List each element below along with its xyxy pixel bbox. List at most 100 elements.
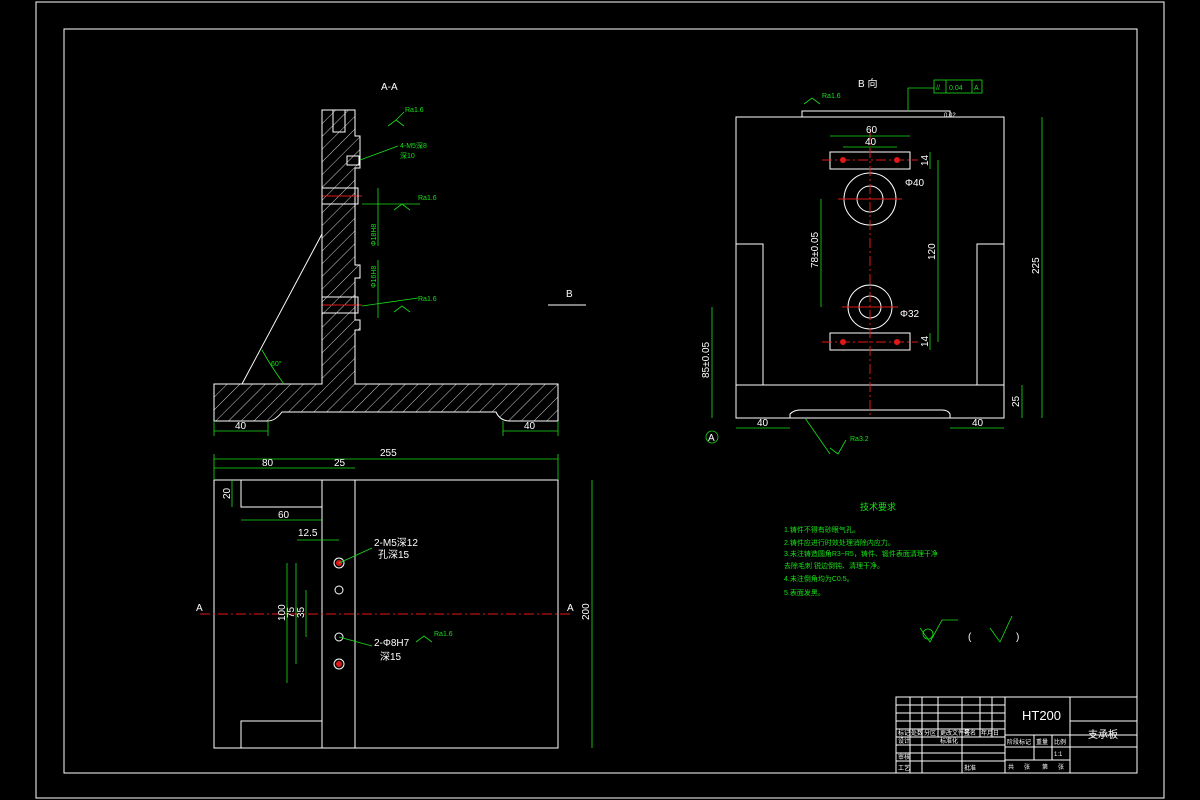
tb-cell-3: 分区 [924, 729, 936, 737]
dim-255: 255 [380, 448, 397, 459]
tb-cell-2: 处数 [911, 729, 923, 737]
roughness-legend-symbol-2 [989, 615, 1013, 643]
leader-tap [359, 145, 399, 161]
hole-lower-note: Φ16H8 [371, 266, 378, 288]
dim-d32: Φ32 [900, 309, 920, 320]
tap-note-sub: 深10 [400, 151, 415, 160]
tech-req-item-1: 1.铸件不得有砂眼气孔。 [784, 525, 860, 534]
ra-top: Ra1.6 [405, 107, 424, 114]
tech-req-item-4: 去除毛刺 锐边倒钝、清理干净。 [784, 561, 884, 570]
section-mark-left: A [196, 603, 203, 614]
ra-mid: Ra1.6 [418, 195, 437, 202]
dim-foot-left: 40 [757, 418, 769, 429]
roughness-legend: ( ) [919, 615, 1019, 643]
pin-hole-1 [334, 585, 344, 595]
tech-req-item-6: 5.表面发黑。 [784, 588, 825, 597]
dim-60b: 60 [866, 125, 878, 136]
dim-35: 35 [296, 606, 307, 618]
dim-80: 80 [262, 458, 274, 469]
dim-25: 25 [334, 458, 346, 469]
roughness-b-top [803, 97, 821, 105]
tol-small: 0.02 [944, 113, 956, 119]
tb-cell-11: 比例 [1054, 738, 1066, 746]
tb-cell-16: 共 [1008, 763, 1014, 771]
view-b-ra-bot: Ra3.2 [850, 436, 869, 443]
dim-78: 78±0.05 [810, 231, 821, 268]
tol-leader [907, 87, 934, 111]
view-b-arrow-label: B [566, 289, 573, 300]
tb-cell-19: 张 [1058, 763, 1064, 771]
tb-cell-7: 设计 [898, 737, 910, 745]
dim-60: 60 [278, 510, 290, 521]
dim-200: 200 [581, 603, 592, 620]
roughness-symbol-2 [393, 203, 411, 211]
roughness-symbol-top [415, 635, 433, 643]
section-label: A-A [381, 82, 398, 93]
title-block: 标记 处数 分区 更改文件号 签名 年月日 设计 标准化 阶段标记 重量 比例 … [895, 696, 1138, 774]
roughness-symbol-1 [387, 119, 405, 127]
rib-line [241, 233, 323, 385]
dim-left-foot: 40 [235, 421, 247, 432]
view-b-left-rib [735, 243, 764, 386]
tol-value: 0.04 [949, 85, 963, 92]
tb-cell-15: 批准 [964, 764, 976, 772]
tb-cell-17: 张 [1024, 763, 1030, 771]
tb-cell-13: 审核 [898, 753, 910, 761]
dim-12-5: 12.5 [298, 528, 318, 539]
dim-225: 225 [1031, 257, 1042, 274]
dim-25b: 25 [1011, 395, 1022, 407]
legend-paren-close: ) [1016, 632, 1019, 643]
top-tap-note: 2-M5深12 [374, 537, 418, 549]
material: HT200 [1022, 708, 1061, 723]
tech-req-item-2: 2.铸件应进行时效处理消除内应力。 [784, 538, 895, 547]
dim-85: 85±0.05 [701, 341, 712, 378]
tap-hole-2-inner [336, 661, 342, 667]
leader-ra-low [361, 297, 419, 307]
ra-low: Ra1.6 [418, 296, 437, 303]
tech-req-item-5: 4.未注倒角均为C0.5。 [784, 574, 854, 583]
view-b-ra-top: Ra1.6 [822, 93, 841, 100]
roughness-b-bot [829, 439, 847, 455]
tb-cell-6: 年月日 [981, 729, 999, 737]
cad-drawing: A-A 60° 40 40 Ra1.6 4-M5深8 深10 Ra1.6 Φ18… [35, 1, 1165, 799]
top-tap-sub: 孔深15 [378, 549, 410, 561]
dim-14-bot: 14 [920, 335, 931, 347]
section-view-a-a: A-A 60° 40 40 Ra1.6 4-M5深8 深10 Ra1.6 Φ18… [213, 82, 586, 436]
angle-label: 60° [271, 360, 282, 368]
hole-upper-note: Φ18H8 [371, 224, 378, 246]
tb-cell-8: 标准化 [940, 737, 958, 745]
tap-note: 4-M5深8 [400, 141, 427, 150]
top-ra: Ra1.6 [434, 631, 453, 638]
view-b-right-rib [976, 243, 1005, 386]
tb-cell-12: 1:1 [1054, 752, 1063, 758]
dim-d40: Φ40 [905, 178, 925, 189]
tb-cell-18: 第 [1042, 763, 1048, 771]
tech-requirements: 技术要求 1.铸件不得有砂眼气孔。 2.铸件应进行时效处理消除内应力。 3.未注… [784, 501, 938, 597]
outer-border [35, 1, 1165, 799]
roughness-tick-1 [395, 111, 405, 121]
tb-cell-10: 重量 [1036, 738, 1048, 746]
tol-datum: A [974, 85, 979, 92]
datum-label: A [708, 433, 715, 444]
view-b: B 向 60 40 Φ40 Φ32 14 14 78±0.05 120 225 … [701, 77, 1043, 455]
part-name: 支承板 [1088, 728, 1118, 741]
view-b-label: B 向 [858, 77, 877, 90]
tol-symbol: // [936, 85, 940, 92]
tb-cell-14: 工艺 [898, 764, 910, 772]
tech-req-title: 技术要求 [860, 501, 896, 512]
slot [240, 479, 323, 508]
dim-right-foot: 40 [524, 421, 536, 432]
tech-req-item-3: 3.未注铸造圆角R3~R5，铸件、锻件表面清理干净 [784, 549, 938, 558]
top-view: A A 255 80 25 20 60 12.5 100 75 35 200 2… [196, 448, 593, 749]
tb-cell-9: 阶段标记 [1007, 738, 1031, 746]
bottom-slot [240, 720, 323, 749]
dim-14-top: 14 [920, 154, 931, 166]
dim-120: 120 [927, 243, 938, 260]
roughness-symbol-3 [393, 305, 411, 313]
legend-paren-open: ( [968, 632, 972, 643]
top-pin-sub: 深15 [380, 651, 402, 663]
leader-ra-bot [804, 417, 831, 455]
view-b-top-pad [801, 110, 951, 118]
tb-cell-5: 签名 [964, 729, 976, 737]
top-pin-note: 2-Φ8H7 [374, 638, 410, 649]
